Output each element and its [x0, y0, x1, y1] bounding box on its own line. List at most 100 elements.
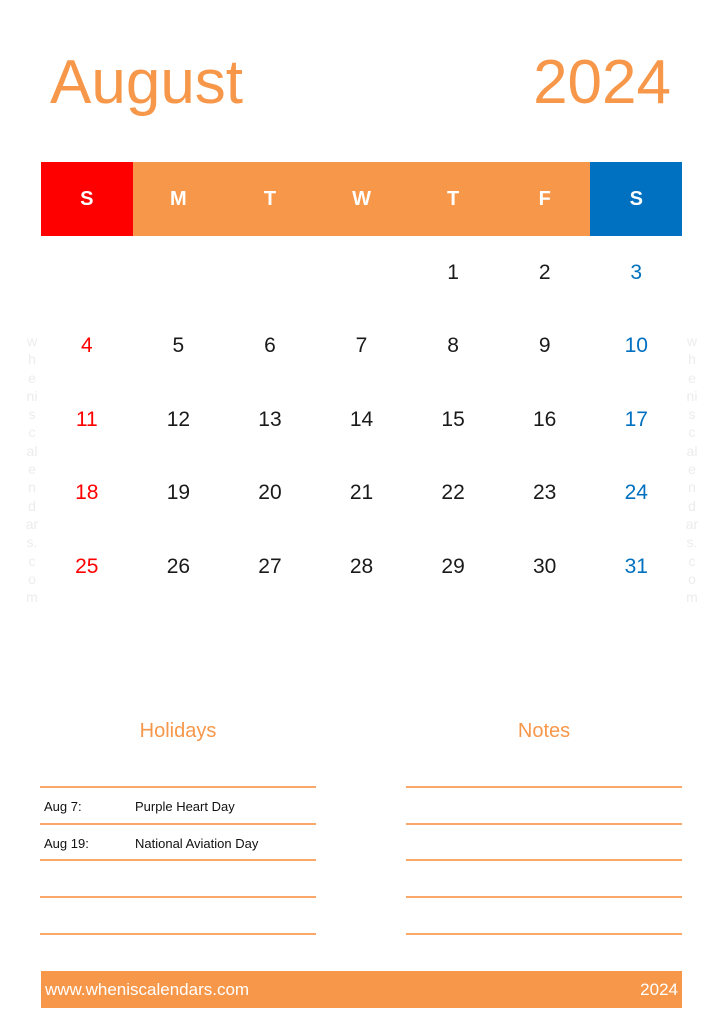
day-cell: 29	[441, 554, 465, 578]
holiday-blank-line	[40, 896, 316, 933]
day-cell: 10	[624, 334, 648, 358]
notes-line	[406, 932, 682, 935]
week-row: 1 2 3	[41, 236, 682, 310]
watermark-left: w h e ni s c al e n d ar s. c o m	[24, 332, 40, 606]
watermark-char: o	[28, 570, 36, 587]
watermark-char: o	[688, 570, 696, 587]
footer-website: www.wheniscalendars.com	[45, 979, 250, 999]
day-cell: 8	[447, 334, 459, 358]
day-cell: 19	[166, 481, 191, 505]
day-cell: 13	[258, 407, 282, 431]
day-cell: 5	[172, 334, 185, 358]
watermark-char: s	[28, 406, 36, 423]
watermark-char: s	[688, 406, 696, 423]
day-cell: 14	[349, 407, 374, 431]
holiday-row: Aug 19: National Aviation Day	[40, 822, 316, 860]
weekday-thursday: T	[407, 162, 499, 236]
watermark-char: ni	[686, 387, 698, 404]
notes-title: Notes	[517, 720, 571, 742]
watermark-char: h	[28, 351, 36, 368]
watermark-char: ar	[685, 515, 699, 532]
week-row: 4 5 6 7 8 9 10	[41, 310, 682, 384]
weekday-tuesday: T	[224, 162, 316, 236]
day-cell: 12	[166, 407, 191, 431]
holidays-title: Holidays	[139, 720, 217, 742]
day-cell: 26	[166, 554, 191, 578]
watermark-char: al	[26, 442, 38, 459]
watermark-char: d	[28, 497, 36, 514]
watermark-char: n	[688, 479, 696, 496]
day-cell: 3	[630, 260, 643, 284]
holiday-date: Aug 7:	[44, 799, 82, 814]
notes-list	[406, 786, 682, 935]
notes-line	[406, 822, 682, 860]
watermark-char: c	[688, 424, 696, 441]
holiday-date: Aug 19:	[44, 835, 89, 851]
month-title: August	[50, 48, 244, 117]
watermark-char: d	[688, 497, 696, 514]
day-cell: 16	[533, 407, 557, 431]
watermark-char: c	[28, 424, 36, 441]
week-row: 25 26 27 28 29 30 31	[41, 530, 682, 604]
holiday-blank-line	[40, 932, 316, 935]
watermark-char: c	[688, 552, 696, 569]
week-row: 18 19 20 21 22 23 24	[41, 457, 682, 531]
watermark-char: e	[688, 369, 696, 386]
footer-bar: www.wheniscalendars.com 2024	[41, 971, 682, 1008]
calendar-grid: 1 2 3 4 5 6 7 8 9 10 11 12 13 14 15 16 17 18 19 20 21 22 23 24 2…	[41, 236, 682, 604]
watermark-right: w h e ni s c al e n d ar s. c o m	[684, 332, 700, 606]
day-cell: 24	[624, 481, 648, 505]
watermark-char: e	[28, 369, 36, 386]
empty-day-cell	[316, 236, 408, 310]
weekday-wednesday: W	[315, 162, 408, 236]
day-cell: 7	[355, 334, 368, 358]
year-title: 2024	[533, 48, 671, 117]
day-cell: 1	[447, 260, 459, 284]
weekday-friday: F	[498, 162, 591, 236]
weekday-header: S M T W T F S	[41, 162, 683, 236]
day-cell: 22	[441, 481, 465, 505]
notes-line	[406, 896, 682, 933]
day-cell: 11	[75, 407, 98, 431]
day-cell: 28	[349, 554, 374, 578]
empty-day-cell	[224, 236, 316, 310]
day-cell: 4	[80, 334, 93, 358]
day-cell: 6	[264, 334, 276, 358]
notes-line	[406, 786, 682, 823]
watermark-char: w	[26, 333, 38, 349]
day-cell: 18	[75, 481, 99, 505]
holiday-name: Purple Heart Day	[135, 799, 235, 814]
empty-day-cell	[133, 236, 225, 310]
watermark-char: w	[686, 333, 698, 349]
day-cell: 20	[258, 481, 282, 505]
watermark-char: e	[688, 461, 696, 478]
day-cell: 15	[441, 407, 465, 431]
watermark-char: s.	[686, 534, 698, 551]
day-cell: 9	[538, 334, 551, 358]
watermark-char: c	[28, 552, 36, 569]
holidays-list: Aug 7: Purple Heart Day Aug 19: National…	[40, 786, 316, 935]
watermark-char: h	[688, 351, 696, 368]
day-cell: 27	[258, 554, 282, 578]
holiday-name: National Aviation Day	[135, 835, 259, 851]
weekday-sunday: S	[41, 162, 133, 236]
footer-year: 2024	[640, 979, 678, 999]
watermark-char: m	[686, 589, 698, 606]
watermark-char: ni	[26, 387, 38, 404]
watermark-char: e	[28, 461, 36, 478]
holiday-row: Aug 7: Purple Heart Day	[40, 786, 316, 823]
day-cell: 30	[533, 554, 557, 578]
watermark-char: al	[686, 442, 698, 459]
notes-line	[406, 859, 682, 896]
watermark-char: n	[28, 479, 36, 496]
watermark-char: ar	[25, 515, 39, 532]
empty-day-cell	[41, 236, 133, 310]
weekday-monday: M	[132, 162, 225, 236]
day-cell: 17	[624, 407, 648, 431]
holiday-blank-line	[40, 859, 316, 896]
day-cell: 31	[624, 554, 648, 578]
watermark-char: m	[26, 589, 38, 606]
weekday-saturday: S	[590, 162, 683, 236]
day-cell: 25	[75, 554, 99, 578]
watermark-char: s.	[26, 534, 38, 551]
